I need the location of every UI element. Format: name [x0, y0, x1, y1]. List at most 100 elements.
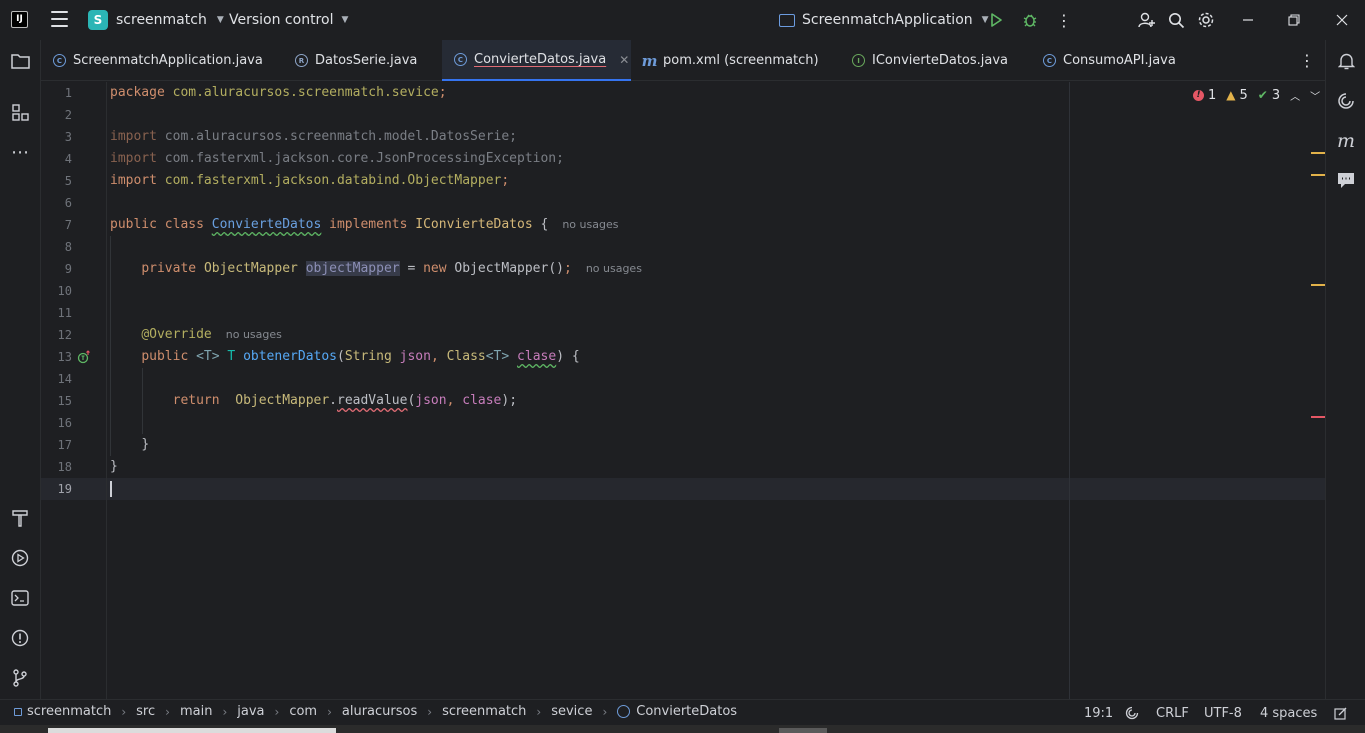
breadcrumb-item[interactable]: ConvierteDatos	[617, 704, 737, 719]
run-config-selector[interactable]: ScreenmatchApplication ▼	[779, 9, 989, 31]
debug-icon[interactable]	[1019, 9, 1041, 31]
run-icon[interactable]	[985, 9, 1007, 31]
project-selector[interactable]: S screenmatch ▼	[88, 9, 224, 31]
close-icon[interactable]	[1331, 9, 1353, 31]
dot: .	[329, 393, 337, 408]
class-icon: C	[1043, 54, 1056, 67]
keyword: import	[110, 173, 157, 188]
app-logo-icon[interactable]: IJ	[11, 11, 28, 28]
inspection-widget[interactable]: ! 1 ▲ 5 ✔ 3 ︿ ﹀	[1193, 86, 1320, 104]
code-line-1: package com.aluracursos.screenmatch.sevi…	[110, 82, 447, 104]
tab-close-icon[interactable]: ✕	[619, 53, 629, 67]
tab-iconvierte-datos[interactable]: I IConvierteDatos.java	[840, 40, 1008, 81]
right-tool-strip: m	[1325, 40, 1365, 699]
warning-marker[interactable]	[1311, 174, 1325, 176]
settings-icon[interactable]	[1195, 9, 1217, 31]
taskbar-window-item[interactable]	[779, 728, 827, 733]
project-folder-icon[interactable]	[9, 50, 31, 72]
tab-convierte-datos[interactable]: C ConvierteDatos.java ✕	[442, 40, 631, 81]
notifications-icon[interactable]	[1335, 50, 1357, 72]
vcs-selector[interactable]: Version control ▼	[229, 9, 348, 31]
line-number: 12	[57, 328, 72, 342]
implements-method-gutter-icon[interactable]	[77, 350, 91, 364]
code-line-3: import com.aluracursos.screenmatch.model…	[110, 126, 517, 148]
interface-name: IConvierteDatos	[415, 217, 533, 232]
ai-status-icon[interactable]	[1125, 704, 1139, 722]
breadcrumb-item[interactable]: com	[289, 704, 317, 719]
ai-assistant-icon[interactable]	[1335, 90, 1357, 112]
breadcrumb-item[interactable]: aluracursos	[342, 704, 417, 719]
chat-icon[interactable]	[1335, 169, 1357, 191]
line-number: 6	[64, 196, 72, 210]
services-run-icon[interactable]	[9, 547, 31, 569]
class-name: ConvierteDatos	[211, 217, 322, 232]
terminal-icon[interactable]	[9, 587, 31, 609]
error-count[interactable]: ! 1	[1193, 88, 1216, 103]
chevron-down-icon: ▼	[216, 15, 224, 25]
brace: }	[110, 459, 118, 474]
next-problem-icon[interactable]: ﹀	[1310, 88, 1320, 103]
error-marker[interactable]	[1311, 416, 1325, 418]
line-separator[interactable]: CRLF	[1156, 704, 1189, 722]
taskbar-window-item[interactable]	[48, 728, 336, 733]
usages-hint[interactable]: no usages	[586, 262, 642, 275]
keyword: new	[423, 261, 447, 276]
problems-icon[interactable]	[9, 627, 31, 649]
build-hammer-icon[interactable]	[9, 507, 31, 529]
error-icon: !	[1193, 89, 1204, 101]
paren: ) {	[556, 349, 580, 364]
usages-hint[interactable]: no usages	[226, 328, 282, 341]
tab-screenmatch-application[interactable]: C ScreenmatchApplication.java	[41, 40, 263, 81]
breadcrumb-item[interactable]: sevice	[551, 704, 592, 719]
add-user-icon[interactable]	[1136, 9, 1158, 31]
structure-icon[interactable]	[9, 101, 31, 123]
project-badge-icon: S	[88, 10, 108, 30]
weak-warning-count[interactable]: ✔ 3	[1258, 88, 1280, 103]
git-branch-icon[interactable]	[9, 667, 31, 689]
previous-problem-icon[interactable]: ︿	[1290, 88, 1300, 103]
read-only-toggle-icon[interactable]	[1334, 704, 1348, 722]
more-vertical-icon[interactable]: ⋮	[1053, 9, 1075, 31]
breadcrumb-item[interactable]: screenmatch	[442, 704, 526, 719]
paren: (	[337, 349, 345, 364]
breadcrumb-item[interactable]: src	[136, 704, 155, 719]
code-editor[interactable]: 1 2 3 4 5 6 7 8 9 10 11 12 13 14 15 16 1…	[41, 82, 1325, 699]
caret-position[interactable]: 19:1	[1084, 704, 1113, 722]
breadcrumb-item[interactable]: java	[237, 704, 264, 719]
line-number: 14	[57, 372, 72, 386]
maximize-icon[interactable]	[1283, 9, 1305, 31]
line-number: 4	[64, 152, 72, 166]
minimize-icon[interactable]	[1237, 9, 1259, 31]
breadcrumb-item[interactable]: main	[180, 704, 212, 719]
warning-marker[interactable]	[1311, 152, 1325, 154]
parameter: clase	[517, 349, 557, 364]
tab-more-icon[interactable]: ⋮	[1297, 50, 1317, 70]
method-call-error[interactable]: readValue	[337, 393, 407, 408]
search-icon[interactable]	[1165, 9, 1187, 31]
breadcrumb-separator-icon: ›	[165, 704, 170, 719]
tab-datos-serie[interactable]: R DatosSerie.java	[283, 40, 417, 81]
line-number: 2	[64, 108, 72, 122]
file-encoding[interactable]: UTF-8	[1204, 704, 1242, 722]
code-line-15: return ObjectMapper.readValue(json, clas…	[110, 390, 517, 412]
maven-icon: m	[641, 51, 658, 70]
line-number: 18	[57, 460, 72, 474]
main-menu-icon[interactable]	[50, 11, 68, 27]
package-name: com.aluracursos.screenmatch.sevice	[172, 85, 439, 100]
tab-label: IConvierteDatos.java	[872, 53, 1009, 68]
more-horizontal-icon[interactable]: ⋯	[9, 141, 31, 163]
tab-pom-xml[interactable]: m pom.xml (screenmatch)	[631, 40, 819, 81]
breadcrumb-item[interactable]: screenmatch	[14, 704, 111, 719]
warning-marker[interactable]	[1311, 284, 1325, 286]
line-number-gutter[interactable]: 1 2 3 4 5 6 7 8 9 10 11 12 13 14 15 16 1…	[41, 82, 107, 699]
warning-count[interactable]: ▲ 5	[1226, 88, 1248, 103]
usages-hint[interactable]: no usages	[562, 218, 618, 231]
maven-icon[interactable]: m	[1335, 130, 1357, 152]
keyword: package	[110, 85, 165, 100]
generic-param: <T>	[196, 349, 220, 364]
indent-settings[interactable]: 4 spaces	[1260, 704, 1317, 722]
tab-consumo-api[interactable]: C ConsumoAPI.java	[1031, 40, 1176, 81]
semicolon: ;	[438, 85, 447, 100]
line-number: 7	[64, 218, 72, 232]
tab-label: ConvierteDatos.java	[474, 52, 607, 67]
